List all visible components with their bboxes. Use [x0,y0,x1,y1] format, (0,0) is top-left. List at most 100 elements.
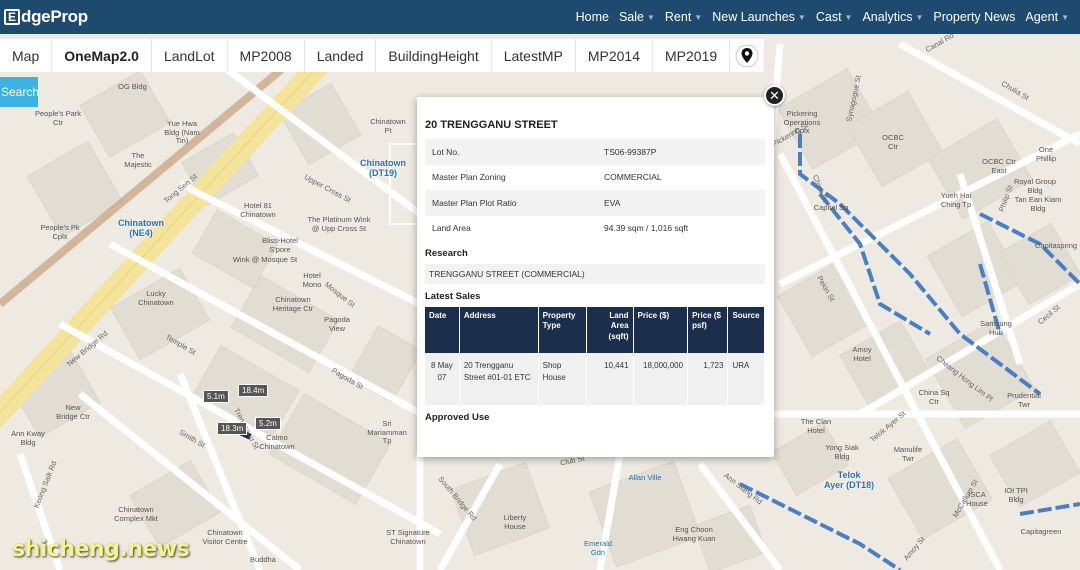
tab-map[interactable]: Map [0,39,53,72]
detail-value: TS06-99387P [597,139,765,165]
measurement-label: 18.3m [217,422,248,435]
location-pin-button[interactable] [730,39,764,72]
map-label: China Sq Ctr [918,388,950,406]
measurement-label: 5.1m [203,390,229,403]
brand-name: dgeProp [21,7,88,26]
sale-source: URA [727,353,765,405]
chevron-down-icon: ▼ [844,12,853,22]
map-label: Ann Kway Bldg [11,429,45,447]
map-label: Lucky Chinatown [138,289,174,307]
chevron-down-icon: ▼ [915,12,924,22]
table-header-row: Date Address Property Type Land Area (sq… [425,307,765,353]
sale-date: 8 May 07 [425,353,460,405]
brand-mark-icon: E [4,9,20,25]
nav-rent[interactable]: Rent ▼ [660,10,707,24]
map-label: Hotel 81 Chinatown [240,201,276,219]
map-pin-icon [735,44,759,67]
sale-address: 20 Trengganu Street #01-01 ETC [459,353,539,405]
map-label: Bliss-Hotel S'pore [262,236,298,254]
watermark: shicheng.news [12,537,190,562]
brand-logo[interactable]: E dgeProp [4,7,88,27]
map-label: OCBC Ctr East [982,157,1016,175]
map-label: Amoy Hotel [852,345,872,363]
map-label: Wink @ Mosque St [232,255,298,264]
property-popup: 20 TRENGGANU STREET Lot No. TS06-99387P … [417,97,774,457]
tab-mp2014[interactable]: MP2014 [576,39,654,72]
map-label: Prudential Twr [1007,391,1041,409]
research-heading: Research [425,248,468,259]
chevron-down-icon: ▼ [646,12,655,22]
popup-title: 20 TRENGGANU STREET [425,119,558,131]
detail-key: Land Area [432,223,471,234]
map-label: IOI TPI Bldg [1004,486,1028,504]
property-details-table: Lot No. TS06-99387P Master Plan Zoning C… [425,139,765,241]
detail-value: 94.39 sqm / 1,016 sqft [604,223,689,234]
nav-home[interactable]: Home [571,10,614,24]
nav-property-news[interactable]: Property News [928,10,1020,24]
tab-building-height[interactable]: BuildingHeight [376,39,492,72]
map-label: Pagoda View [324,315,350,333]
table-row: Master Plan Plot Ratio EVA [425,190,765,216]
chevron-down-icon: ▼ [797,12,806,22]
map-label: Chinatown Visitor Centre [202,528,248,546]
approved-use-heading: Approved Use [425,412,490,423]
map-label: OCBC Ctr [882,133,904,151]
tab-landed[interactable]: Landed [305,39,377,72]
nav-label: Home [575,10,609,24]
map-label: Eng Choon Hwang Kuan [672,525,716,543]
nav-new-launches[interactable]: New Launches ▼ [707,10,811,24]
column-header: Property Type [538,307,588,353]
close-icon[interactable]: ✕ [764,85,785,106]
chevron-down-icon: ▼ [694,12,703,22]
map-label: One Phillip [1035,145,1056,163]
sale-price: 18,000,000 [633,353,689,405]
map-label: Royal Group Bldg [1013,177,1057,195]
nav-label: Agent [1025,10,1059,24]
map-label: The Majestic [124,151,152,169]
nav-label: Analytics [862,10,913,24]
mrt-station-telok-ayer[interactable]: Telok Ayer (DT18) [824,470,874,491]
measurement-label: 18.4m [238,384,269,397]
search-button[interactable]: Search [0,77,39,107]
map-label: Yue Hwa Bldg (Nam Tin) [164,119,200,146]
top-navbar: E dgeProp Home Sale ▼ Rent ▼ New Launches ▼… [0,0,1080,34]
sale-price-psf: 1,723 [687,353,729,405]
map-label: Tan Ean Kiam Bldg [1014,195,1062,213]
table-row: Lot No. TS06-99387P [425,139,765,165]
map-label: Emerald Gdn [584,539,612,557]
sale-property-type: Shop House [538,353,588,405]
nav-cast[interactable]: Cast ▼ [811,10,858,24]
table-row: Master Plan Zoning COMMERCIAL [425,165,765,191]
nav-label: Rent [664,10,692,24]
tab-onemap2[interactable]: OneMap2.0 [52,39,152,72]
mrt-station-chinatown-ne4[interactable]: Chinatown (NE4) [118,218,164,239]
nav-analytics[interactable]: Analytics ▼ [857,10,928,24]
tab-mp2008[interactable]: MP2008 [228,39,305,72]
map-label: People's Pk Cplx [40,223,80,241]
research-value: TRENGGANU STREET (COMMERCIAL) [425,264,765,284]
latest-sales-heading: Latest Sales [425,291,481,302]
map-label: ST Signature Chinatown [386,528,430,546]
latest-sales-table: Date Address Property Type Land Area (sq… [425,307,765,405]
map-label: Buddha [250,555,276,564]
detail-key: Lot No. [425,139,597,165]
map-label: Chinatown Pt [370,117,406,135]
detail-value: EVA [597,190,765,216]
tab-landlot[interactable]: LandLot [152,39,228,72]
map-label: Capitagreen [1020,527,1062,536]
mrt-station-chinatown-dt19[interactable]: Chinatown (DT19) [360,158,406,179]
chevron-down-icon: ▼ [1061,12,1069,22]
map-label: The Platinum Wink @ Upp Cross St [307,215,371,233]
table-row: Land Area 94.39 sqm / 1,016 sqft [425,216,765,242]
nav-agent[interactable]: Agent ▼ [1020,10,1074,24]
map-label: People's Park Ctr [34,109,82,127]
nav-sale[interactable]: Sale ▼ [614,10,660,24]
detail-key: Master Plan Zoning [432,172,506,183]
tab-latest-mp[interactable]: LatestMP [492,39,576,72]
nav-label: Cast [815,10,842,24]
nav-label: New Launches [712,10,795,24]
tab-mp2019[interactable]: MP2019 [653,39,731,72]
map-label: New Bridge Ctr [56,403,90,421]
nav-menu: Home Sale ▼ Rent ▼ New Launches ▼ Cast ▼ Ana… [571,0,1074,34]
map-label: Chinatown Heritage Ctr [272,295,314,313]
